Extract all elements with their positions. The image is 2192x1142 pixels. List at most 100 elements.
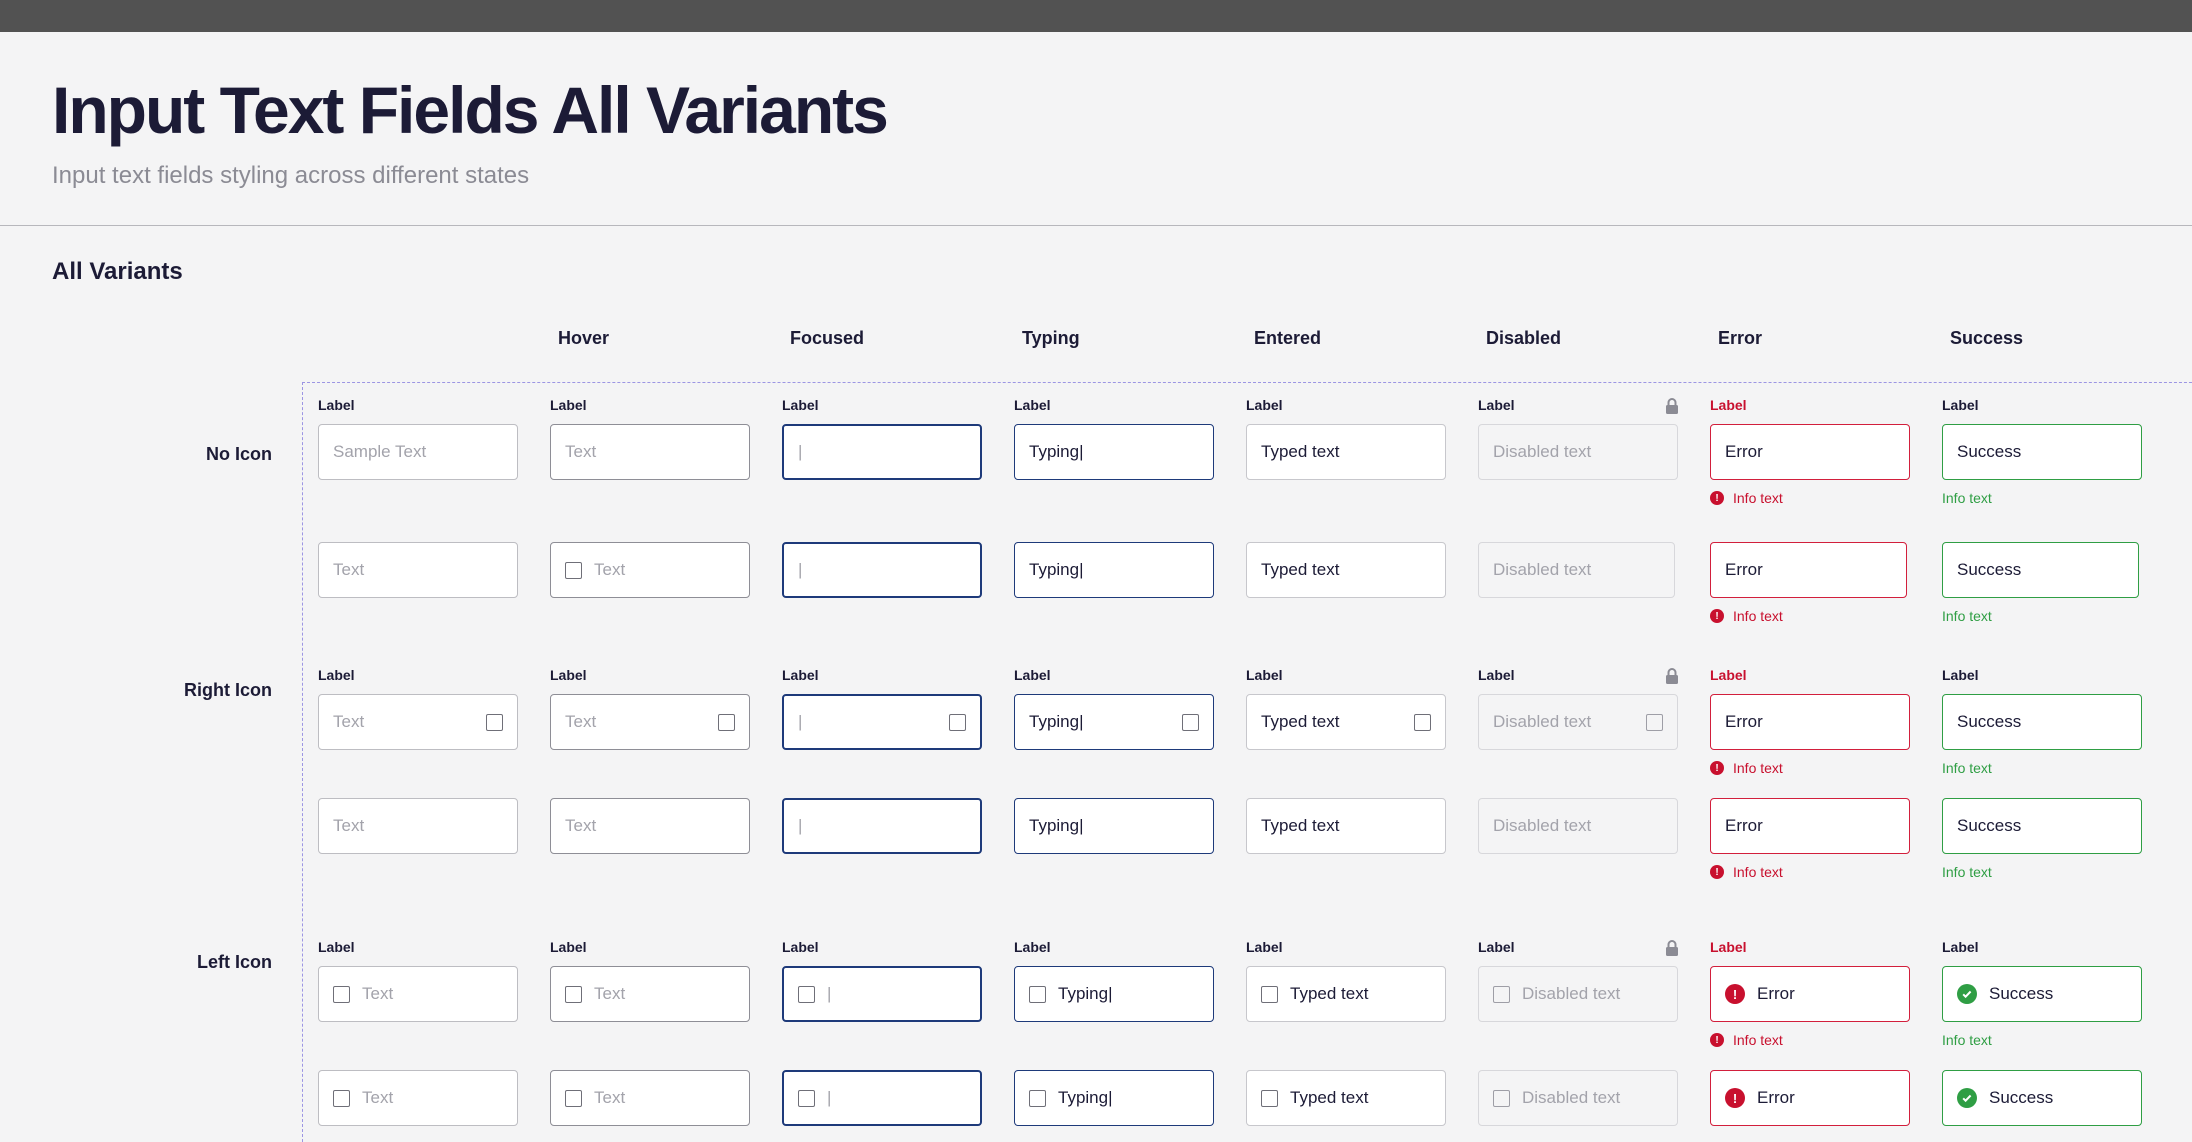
input-field-success[interactable]: Success bbox=[1942, 694, 2142, 750]
input-field-entered[interactable]: Typed text bbox=[1246, 966, 1446, 1022]
input-field-hover[interactable]: Text bbox=[550, 694, 750, 750]
field-label: Label bbox=[782, 939, 819, 955]
input-value: | bbox=[798, 560, 803, 579]
input-field-focused[interactable]: | bbox=[782, 694, 982, 750]
column-header-error: Error bbox=[1718, 328, 1763, 348]
column-header-entered: Entered bbox=[1254, 328, 1322, 348]
input-value: Disabled text bbox=[1493, 442, 1592, 461]
field-label: Label bbox=[1246, 667, 1283, 683]
input-field-typing[interactable]: Typing| bbox=[1014, 966, 1214, 1022]
input-value: | bbox=[798, 712, 803, 731]
input-field-entered[interactable]: Typed text bbox=[1246, 424, 1446, 480]
input-value: | bbox=[798, 442, 803, 461]
square-icon bbox=[565, 985, 582, 1003]
lock-icon bbox=[1664, 939, 1680, 957]
field-label: Label bbox=[1710, 939, 1747, 955]
helper-text: Info text bbox=[1942, 760, 1992, 776]
field-label: Label bbox=[1014, 939, 1051, 955]
helper-text: ! Info text bbox=[1710, 1032, 1783, 1048]
input-field-hover[interactable]: Text bbox=[550, 798, 750, 854]
input-value: Typed text bbox=[1261, 560, 1340, 579]
input-value: Typing| bbox=[1029, 442, 1084, 461]
square-icon bbox=[1261, 985, 1278, 1003]
input-field-entered[interactable]: Typed text bbox=[1246, 694, 1446, 750]
field-label: Label bbox=[318, 397, 355, 413]
input-field-error[interactable]: ! Error bbox=[1710, 1070, 1910, 1126]
helper-text-label: Info text bbox=[1942, 490, 1992, 506]
input-field-disabled: Disabled text bbox=[1478, 424, 1678, 480]
input-field-success[interactable]: Success bbox=[1942, 424, 2142, 480]
helper-text-label: Info text bbox=[1942, 608, 1992, 624]
field-label: Label bbox=[1014, 667, 1051, 683]
square-icon bbox=[1414, 713, 1431, 731]
input-field-entered[interactable]: Typed text bbox=[1246, 542, 1446, 598]
input-field-success[interactable]: Success bbox=[1942, 542, 2139, 598]
input-field-focused[interactable]: | bbox=[782, 798, 982, 854]
field-label: Label bbox=[550, 939, 587, 955]
input-field-typing[interactable]: Typing| bbox=[1014, 694, 1214, 750]
input-field-error[interactable]: ! Error bbox=[1710, 966, 1910, 1022]
input-field-error[interactable]: Error bbox=[1710, 798, 1910, 854]
input-field-typing[interactable]: Typing| bbox=[1014, 1070, 1214, 1126]
field-label: Label bbox=[1710, 667, 1747, 683]
input-value: Text bbox=[594, 1088, 626, 1107]
field-label: Label bbox=[1246, 397, 1283, 413]
input-field-typing[interactable]: Typing| bbox=[1014, 542, 1214, 598]
input-field-default[interactable]: Text bbox=[318, 966, 518, 1022]
helper-text: Info text bbox=[1942, 608, 1992, 624]
field-label: Label bbox=[318, 667, 355, 683]
input-field-success[interactable]: Success bbox=[1942, 966, 2142, 1022]
input-field-focused[interactable]: | bbox=[782, 424, 982, 480]
input-value: Success bbox=[1957, 816, 2022, 835]
field-label: Label bbox=[1478, 667, 1515, 683]
input-field-default[interactable]: Sample Text bbox=[318, 424, 518, 480]
input-value: Success bbox=[1989, 1088, 2054, 1107]
input-field-default[interactable]: Text bbox=[318, 542, 518, 598]
field-label: Label bbox=[1478, 939, 1515, 955]
input-field-disabled: Disabled text bbox=[1478, 966, 1678, 1022]
input-value: Text bbox=[565, 816, 597, 835]
field-label: Label bbox=[1942, 939, 1979, 955]
square-icon bbox=[1261, 1089, 1278, 1107]
error-icon: ! bbox=[1710, 609, 1724, 623]
input-field-success[interactable]: Success bbox=[1942, 798, 2142, 854]
input-field-error[interactable]: Error bbox=[1710, 424, 1910, 480]
input-field-focused[interactable]: | bbox=[782, 542, 982, 598]
helper-text-label: Info text bbox=[1942, 864, 1992, 880]
input-field-success[interactable]: Success bbox=[1942, 1070, 2142, 1126]
input-field-default[interactable]: Text bbox=[318, 1070, 518, 1126]
input-field-default[interactable]: Text bbox=[318, 798, 518, 854]
input-field-focused[interactable]: | bbox=[782, 966, 982, 1022]
input-field-hover[interactable]: Text bbox=[550, 542, 750, 598]
input-field-hover[interactable]: Text bbox=[550, 1070, 750, 1126]
input-value: Typing| bbox=[1029, 712, 1084, 731]
input-field-hover[interactable]: Text bbox=[550, 966, 750, 1022]
input-field-disabled: Disabled text bbox=[1478, 542, 1675, 598]
header-divider bbox=[0, 225, 2192, 226]
input-field-entered[interactable]: Typed text bbox=[1246, 1070, 1446, 1126]
input-field-hover[interactable]: Text bbox=[550, 424, 750, 480]
square-icon bbox=[486, 713, 503, 731]
input-value: Text bbox=[333, 816, 365, 835]
input-value: Disabled text bbox=[1493, 816, 1592, 835]
input-value: Typed text bbox=[1261, 442, 1340, 461]
field-label: Label bbox=[550, 667, 587, 683]
square-icon bbox=[333, 985, 350, 1003]
input-field-entered[interactable]: Typed text bbox=[1246, 798, 1446, 854]
helper-text-label: Info text bbox=[1942, 1032, 1992, 1048]
field-label: Label bbox=[1942, 397, 1979, 413]
row-header-left-icon: Left Icon bbox=[197, 952, 272, 972]
input-field-default[interactable]: Text bbox=[318, 694, 518, 750]
square-icon bbox=[798, 985, 815, 1003]
input-field-typing[interactable]: Typing| bbox=[1014, 424, 1214, 480]
input-field-focused[interactable]: | bbox=[782, 1070, 982, 1126]
section-title: All Variants bbox=[52, 258, 183, 285]
input-value: Error bbox=[1725, 560, 1763, 579]
helper-text-label: Info text bbox=[1733, 864, 1783, 880]
error-icon: ! bbox=[1725, 1088, 1745, 1108]
input-value: Typed text bbox=[1290, 1088, 1369, 1107]
input-field-error[interactable]: Error bbox=[1710, 542, 1907, 598]
input-field-error[interactable]: Error bbox=[1710, 694, 1910, 750]
input-field-typing[interactable]: Typing| bbox=[1014, 798, 1214, 854]
input-value: Disabled text bbox=[1522, 984, 1621, 1003]
